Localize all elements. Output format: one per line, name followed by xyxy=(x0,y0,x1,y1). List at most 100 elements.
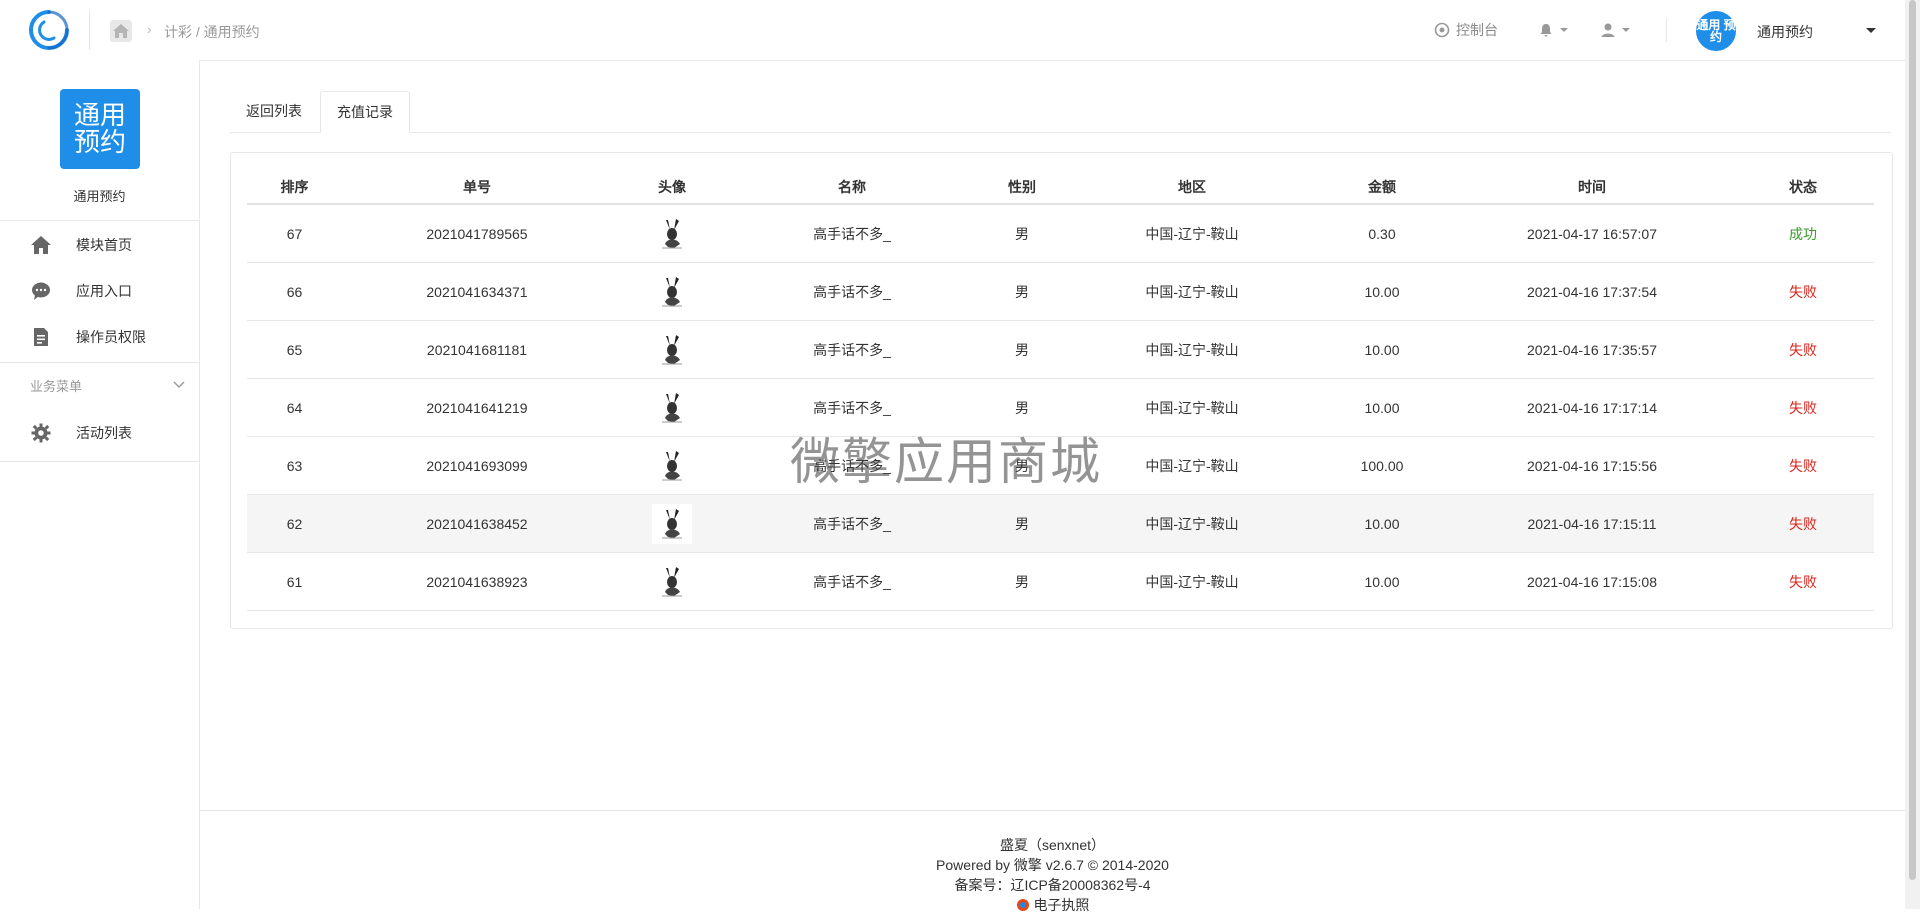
avatar xyxy=(652,503,692,544)
divider xyxy=(200,810,1905,811)
cell-amount: 0.30 xyxy=(1312,204,1452,263)
table-row: 66 2021041634371 高手话不多_ 男中国-辽宁-鞍山 10.00 2021-… xyxy=(247,262,1874,321)
tab-back-to-list[interactable]: 返回列表 xyxy=(230,91,318,132)
sidebar-item-activities[interactable]: 活动列表 xyxy=(0,411,199,455)
sidebar-item-entry[interactable]: 应用入口 xyxy=(0,269,199,313)
cell-time: 2021-04-16 17:15:11 xyxy=(1452,494,1732,553)
table-row: 65 2021041681181 高手话不多_ 男中国-辽宁-鞍山 10.00 2021-… xyxy=(247,320,1874,379)
sidebar-app-name: 通用预约 xyxy=(73,189,126,204)
avatar-cell xyxy=(612,494,732,553)
avatar-cell xyxy=(612,320,732,379)
document-icon xyxy=(30,326,52,348)
home-icon xyxy=(30,234,52,256)
console-label: 控制台 xyxy=(1456,22,1498,38)
cell-status: 失败 xyxy=(1732,262,1874,321)
avatar xyxy=(652,387,692,428)
cell-status: 失败 xyxy=(1732,378,1874,437)
cell-name: 高手话不多_ xyxy=(732,552,972,611)
avatar-cell xyxy=(612,204,732,263)
divider xyxy=(89,10,90,50)
dashboard-icon xyxy=(1434,22,1450,38)
sidebar-item-home[interactable]: 模块首页 xyxy=(0,223,199,267)
column-header: 金额 xyxy=(1312,171,1452,205)
column-header: 地区 xyxy=(1072,171,1312,205)
column-header: 状态 xyxy=(1732,171,1874,205)
license-badge-icon xyxy=(1016,899,1029,911)
cell-order: 2021041789565 xyxy=(342,204,612,263)
cell-rank: 64 xyxy=(247,378,342,437)
user-menu[interactable] xyxy=(1600,20,1630,40)
footer-owner[interactable]: 盛夏（senxnet） xyxy=(200,835,1905,855)
cell-rank: 63 xyxy=(247,436,342,495)
caret-down-icon[interactable] xyxy=(1866,28,1876,33)
app-logo: 通用 预约 xyxy=(60,89,140,169)
console-link[interactable]: 控制台 xyxy=(1434,20,1498,40)
app-avatar[interactable]: 通用 预约 xyxy=(1696,11,1736,51)
cell-time: 2021-04-16 17:35:57 xyxy=(1452,320,1732,379)
top-bar: › 计彩 / 通用预约 控制台 通用 预约 通用预约 xyxy=(0,0,1905,61)
cell-region: 中国-辽宁-鞍山 xyxy=(1072,378,1312,437)
divider xyxy=(1666,18,1667,42)
brand-logo[interactable] xyxy=(26,8,72,52)
cell-order: 2021041638923 xyxy=(342,552,612,611)
sidebar-item-label: 活动列表 xyxy=(76,425,132,441)
column-header: 排序 xyxy=(247,171,342,205)
cell-name: 高手话不多_ xyxy=(732,262,972,321)
sidebar: 通用 预约 通用预约 模块首页 应用入口 操作员权限 业务菜单 活动列表 xyxy=(0,60,200,909)
footer-icp[interactable]: 备案号：辽ICP备20008362号-4 xyxy=(200,875,1905,895)
chat-icon xyxy=(30,280,52,302)
cell-order: 2021041638452 xyxy=(342,494,612,553)
sidebar-group-label: 业务菜单 xyxy=(30,378,83,394)
cell-rank: 61 xyxy=(247,552,342,611)
column-header: 时间 xyxy=(1452,171,1732,205)
cell-status: 失败 xyxy=(1732,436,1874,495)
home-icon[interactable] xyxy=(110,20,132,42)
breadcrumb[interactable]: 计彩 / 通用预约 xyxy=(164,22,260,42)
table-row: 67 2021041789565 高手话不多_ 男中国-辽宁-鞍山 0.30 2021-0… xyxy=(247,204,1874,263)
cell-name: 高手话不多_ xyxy=(732,320,972,379)
cell-gender: 男 xyxy=(972,204,1072,263)
cell-status: 失败 xyxy=(1732,494,1874,553)
cell-region: 中国-辽宁-鞍山 xyxy=(1072,262,1312,321)
cell-time: 2021-04-16 17:15:56 xyxy=(1452,436,1732,495)
user-icon xyxy=(1601,23,1615,37)
cell-region: 中国-辽宁-鞍山 xyxy=(1072,436,1312,495)
sidebar-group-business[interactable]: 业务菜单 xyxy=(0,370,199,400)
cell-region: 中国-辽宁-鞍山 xyxy=(1072,320,1312,379)
cell-order: 2021041681181 xyxy=(342,320,612,379)
cell-amount: 100.00 xyxy=(1312,436,1452,495)
column-header: 性别 xyxy=(972,171,1072,205)
cell-time: 2021-04-16 17:17:14 xyxy=(1452,378,1732,437)
cell-name: 高手话不多_ xyxy=(732,204,972,263)
column-header: 单号 xyxy=(342,171,612,205)
table-header-row: 排序 单号 头像 名称 性别 地区 金额 时间 状态 xyxy=(247,171,1874,205)
avatar-cell xyxy=(612,378,732,437)
avatar xyxy=(652,561,692,602)
cell-region: 中国-辽宁-鞍山 xyxy=(1072,204,1312,263)
scrollbar-thumb[interactable] xyxy=(1909,0,1916,880)
sidebar-item-label: 模块首页 xyxy=(76,237,132,253)
footer-powered-by: Powered by 微擎 v2.6.7 © 2014-2020 xyxy=(936,857,1169,873)
cell-rank: 62 xyxy=(247,494,342,553)
notification-menu[interactable] xyxy=(1538,20,1568,40)
footer-license[interactable]: 电子执照 xyxy=(200,895,1905,915)
cell-rank: 67 xyxy=(247,204,342,263)
table-row: 61 2021041638923 高手话不多_ 男中国-辽宁-鞍山 10.00 2021-… xyxy=(247,552,1874,611)
cell-status: 失败 xyxy=(1732,552,1874,611)
footer-license-label: 电子执照 xyxy=(1033,897,1090,913)
divider xyxy=(0,220,199,221)
sidebar-item-permissions[interactable]: 操作员权限 xyxy=(0,315,199,359)
cell-order: 2021041693099 xyxy=(342,436,612,495)
column-header: 名称 xyxy=(732,171,972,205)
cell-amount: 10.00 xyxy=(1312,320,1452,379)
chevron-down-icon xyxy=(173,381,185,388)
current-app-name[interactable]: 通用预约 xyxy=(1757,22,1813,42)
tab-recharge-records[interactable]: 充值记录 xyxy=(320,91,410,133)
avatar-cell xyxy=(612,262,732,321)
gear-icon xyxy=(30,422,52,444)
caret-down-icon xyxy=(1560,28,1568,32)
chevron-right-icon: › xyxy=(147,21,152,37)
cell-gender: 男 xyxy=(972,494,1072,553)
avatar xyxy=(652,445,692,486)
cell-amount: 10.00 xyxy=(1312,262,1452,321)
